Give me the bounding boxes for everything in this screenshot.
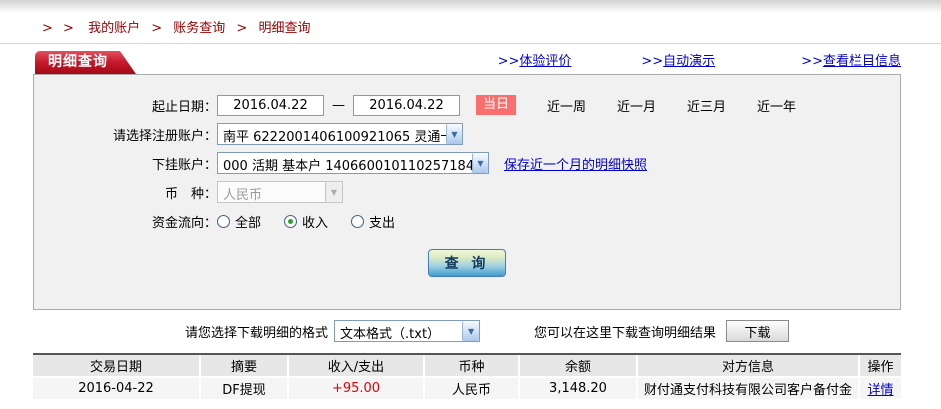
register-account-select[interactable]: 南平 6222001406100921065 灵通卡 ▼ [217, 123, 463, 145]
breadcrumb-divider [0, 43, 941, 44]
quick-range-today[interactable]: 当日 [476, 95, 516, 115]
quick-range-quarter[interactable]: 近三月 [687, 96, 726, 115]
sub-account-row: 下挂账户： 000 活期 基本户 1406600101102571848 ▼ 保… [34, 152, 900, 174]
breadcrumb-separator: > [236, 21, 248, 36]
table-header-row: 交易日期 摘要 收入/支出 币种 余额 对方信息 操作 [33, 355, 901, 378]
detail-link[interactable]: 详情 [867, 383, 893, 398]
quick-range-month[interactable]: 近一月 [617, 96, 656, 115]
table-row: 2016-04-22 DF提现 +95.00 人民币 3,148.20 财付通支… [33, 378, 901, 399]
breadcrumb: > > 我的账户 > 账务查询 > 明细查询 [0, 13, 941, 36]
flow-option-label: 支出 [369, 215, 396, 231]
col-header-action: 操作 [858, 355, 901, 378]
quick-range-year[interactable]: 近一年 [757, 96, 796, 115]
col-header-summary: 摘要 [199, 355, 287, 378]
flow-option-label: 全部 [235, 215, 262, 231]
col-header-amount: 收入/支出 [287, 355, 423, 378]
cell-currency: 人民币 [423, 378, 518, 399]
date-range-dash: — [332, 97, 345, 113]
fund-flow-row: 资金流向： 全部 收入 支出 [34, 210, 900, 232]
transactions-table: 交易日期 摘要 收入/支出 币种 余额 对方信息 操作 2016-04-22 D… [33, 353, 901, 399]
breadcrumb-item-detail-query[interactable]: 明细查询 [258, 21, 310, 36]
query-button[interactable]: 查 询 [428, 249, 506, 277]
currency-select-disabled: 人民币 ▼ [217, 181, 343, 203]
breadcrumb-separator: > [151, 21, 163, 36]
radio-checked-icon [284, 214, 298, 228]
download-row: 请您选择下载明细的格式 文本格式（.txt） ▼ 您可以在这里下载查询明细结果 … [33, 319, 901, 343]
currency-label: 币 种： [164, 186, 217, 202]
cell-counterparty: 财付通支付科技有限公司客户备付金 [636, 378, 858, 399]
download-result-label: 您可以在这里下载查询明细结果 [534, 325, 717, 341]
link-prefix: >> [641, 54, 664, 69]
register-account-row: 请选择注册账户： 南平 6222001406100921065 灵通卡 ▼ [34, 123, 900, 145]
download-format-label: 请您选择下载明细的格式 [185, 325, 329, 341]
sub-account-select[interactable]: 000 活期 基本户 1406600101102571848 ▼ [217, 152, 489, 174]
col-header-balance: 余额 [518, 355, 636, 378]
link-prefix: >> [497, 54, 520, 69]
date-range-label: 起止日期： [151, 99, 217, 115]
dropdown-arrow-icon: ▼ [325, 182, 342, 202]
link-view-column-info[interactable]: >>查看栏目信息 [801, 50, 901, 69]
start-date-input[interactable] [217, 94, 324, 116]
panel-header: 明细查询 >>体验评价 >>自动演示 >>查看栏目信息 [33, 51, 901, 74]
breadcrumb-prefix: > > [42, 21, 77, 36]
quick-range-week[interactable]: 近一周 [547, 96, 586, 115]
radio-unchecked-icon [351, 214, 365, 228]
tab-detail-query[interactable]: 明细查询 [35, 51, 136, 74]
download-button[interactable]: 下载 [726, 320, 790, 342]
cell-date: 2016-04-22 [33, 378, 199, 399]
snapshot-link[interactable]: 保存近一个月的明细快照 [504, 154, 647, 173]
breadcrumb-item-account-query[interactable]: 账务查询 [173, 21, 225, 36]
page-top-gradient [0, 0, 941, 13]
sub-account-label: 下挂账户： [151, 157, 217, 173]
col-header-currency: 币种 [423, 355, 518, 378]
register-account-label: 请选择注册账户： [112, 128, 217, 144]
link-experience-rating[interactable]: >>体验评价 [498, 50, 572, 69]
fund-flow-label: 资金流向： [151, 215, 217, 231]
radio-unchecked-icon [217, 214, 230, 228]
cell-balance: 3,148.20 [518, 378, 636, 399]
cell-summary: DF提现 [199, 378, 287, 399]
link-prefix: >> [801, 54, 823, 69]
flow-option-income[interactable]: 收入 [284, 212, 328, 231]
dropdown-arrow-icon: ▼ [445, 124, 462, 144]
col-header-date: 交易日期 [33, 355, 199, 378]
date-range-row: 起止日期： — 当日 近一周 近一月 近三月 近一年 [34, 94, 900, 116]
col-header-counterparty: 对方信息 [636, 355, 858, 378]
flow-option-expense[interactable]: 支出 [351, 212, 395, 231]
currency-row: 币 种： 人民币 ▼ [34, 181, 900, 203]
dropdown-arrow-icon: ▼ [471, 153, 488, 173]
query-form-panel: 起止日期： — 当日 近一周 近一月 近三月 近一年 请选择注册账户： 南平 6… [33, 74, 901, 310]
dropdown-arrow-icon: ▼ [462, 321, 480, 341]
flow-option-all[interactable]: 全部 [217, 212, 261, 231]
download-format-select[interactable]: 文本格式（.txt） ▼ [334, 320, 481, 342]
cell-action: 详情 [858, 378, 901, 399]
flow-option-label: 收入 [302, 215, 329, 231]
link-auto-demo[interactable]: >>自动演示 [641, 50, 715, 69]
end-date-input[interactable] [353, 94, 460, 116]
cell-amount: +95.00 [287, 378, 423, 399]
breadcrumb-item-my-account[interactable]: 我的账户 [88, 21, 140, 36]
